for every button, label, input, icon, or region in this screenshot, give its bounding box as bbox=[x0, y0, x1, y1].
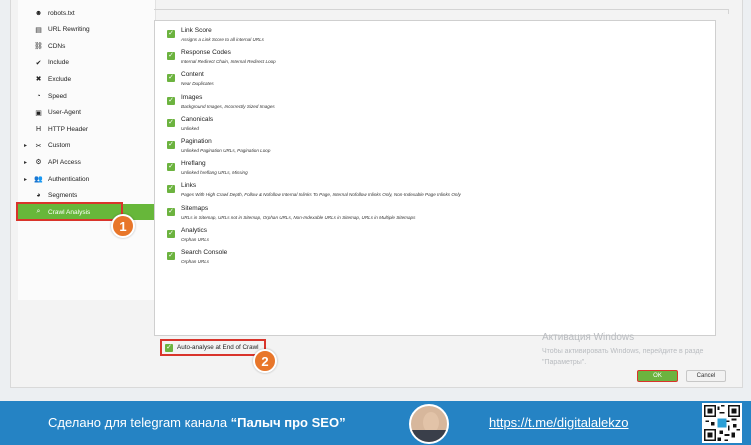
users-icon: 👥 bbox=[34, 176, 43, 183]
sidebar-item-robots-txt[interactable]: ☻ robots.txt bbox=[18, 5, 156, 21]
network-icon: ⛓ bbox=[34, 43, 43, 51]
option-description: Pages With High Crawl Depth, Follow & No… bbox=[181, 192, 461, 198]
windows-activation-text: Чтобы активировать Windows, перейдите в … bbox=[542, 348, 704, 355]
avatar-shirt bbox=[411, 430, 447, 442]
option-title: Content bbox=[181, 71, 204, 79]
sidebar-item-custom[interactable]: ▸ ✂ Custom bbox=[18, 138, 156, 154]
sidebar-item-cdns[interactable]: ⛓ CDNs bbox=[18, 38, 156, 54]
option-title: Sitemaps bbox=[181, 204, 209, 212]
sidebar-item-label: Segments bbox=[48, 192, 78, 200]
sidebar-item-label: robots.txt bbox=[48, 9, 75, 17]
ok-button[interactable]: OK bbox=[637, 370, 678, 382]
telegram-link[interactable]: https://t.me/digitalalekzo bbox=[489, 415, 628, 430]
expand-arrow-icon[interactable]: ▸ bbox=[24, 159, 27, 166]
option-title: Analytics bbox=[181, 226, 208, 234]
checkbox-checked-icon[interactable]: ✓ bbox=[167, 185, 175, 194]
step-badge-2: 2 bbox=[253, 349, 277, 373]
author-avatar bbox=[409, 404, 449, 444]
option-title: Response Codes bbox=[181, 49, 231, 57]
checkbox-checked-icon[interactable]: ✓ bbox=[167, 74, 175, 83]
include-icon: ✔ bbox=[35, 59, 42, 67]
checkbox-checked-icon[interactable]: ✓ bbox=[167, 96, 175, 105]
user-agent-icon: ▣ bbox=[35, 109, 42, 117]
sidebar-item-speed[interactable]: ◔ Speed bbox=[18, 88, 156, 104]
exclude-icon: ✖ bbox=[35, 76, 42, 84]
banner-caption: Сделано для telegram канала “Палыч про S… bbox=[48, 415, 346, 430]
expand-arrow-icon[interactable]: ▸ bbox=[24, 142, 27, 149]
crawl-analysis-options-panel: ✓ Link Score Assigns a Link Score to all i… bbox=[154, 20, 716, 336]
sidebar-item-include[interactable]: ✔ Include bbox=[18, 55, 156, 71]
option-title: Hreflang bbox=[181, 160, 206, 168]
sidebar-item-label: User-Agent bbox=[48, 109, 81, 117]
sidebar-item-authentication[interactable]: ▸ 👥 Authentication bbox=[18, 171, 156, 187]
option-description: Near Duplicates bbox=[181, 81, 214, 87]
option-description: Assigns a Link Score to all internal URL… bbox=[181, 37, 264, 42]
checkbox-checked-icon[interactable]: ✓ bbox=[167, 207, 175, 216]
option-title: Links bbox=[181, 182, 197, 190]
promo-banner: Сделано для telegram канала “Палыч про S… bbox=[0, 401, 751, 445]
option-title: Search Console bbox=[181, 249, 228, 256]
http-header-icon: H bbox=[35, 125, 42, 133]
qr-code-icon bbox=[702, 403, 742, 443]
sidebar-item-label: Authentication bbox=[48, 175, 90, 183]
option-description: Unlinked bbox=[181, 125, 199, 131]
option-title: Canonicals bbox=[181, 115, 214, 123]
sidebar-item-label: URL Rewriting bbox=[48, 26, 90, 34]
sidebar-item-label: HTTP Header bbox=[48, 125, 88, 133]
checkbox-checked-icon[interactable]: ✓ bbox=[167, 163, 175, 172]
checkbox-checked-icon[interactable]: ✓ bbox=[167, 118, 175, 127]
checkbox-checked-icon[interactable]: ✓ bbox=[165, 344, 173, 352]
sidebar-item-url-rewriting[interactable]: ▤ URL Rewriting bbox=[18, 22, 156, 38]
checkbox-checked-icon[interactable]: ✓ bbox=[167, 229, 175, 238]
option-description: Internal Redirect Chain, Internal Redire… bbox=[181, 59, 276, 65]
robot-icon: ☻ bbox=[34, 9, 43, 17]
panel-top-border bbox=[154, 9, 729, 14]
option-description: URLs in Sitemap, URLs not in Sitemap, Or… bbox=[181, 214, 416, 220]
sidebar-item-label: Include bbox=[48, 59, 69, 67]
expand-arrow-icon[interactable]: ▸ bbox=[24, 176, 27, 183]
step-badge-1: 1 bbox=[111, 214, 135, 238]
windows-activation-title: Активация Windows bbox=[542, 332, 635, 343]
sidebar-item-exclude[interactable]: ✖ Exclude bbox=[18, 71, 156, 87]
sidebar-item-http-header[interactable]: H HTTP Header bbox=[18, 121, 156, 137]
config-sidebar: ☻ robots.txt ▤ URL Rewriting ⛓ CDNs ✔ Include ✖ E… bbox=[18, 0, 156, 300]
custom-tools-icon: ✂ bbox=[35, 142, 42, 150]
option-description: Unlinked Pagination URLs, Pagination Loo… bbox=[181, 148, 271, 153]
option-title: Pagination bbox=[181, 138, 212, 145]
sidebar-item-label: Speed bbox=[48, 92, 67, 100]
segments-icon: ◕ bbox=[36, 192, 41, 200]
sidebar-item-label: CDNs bbox=[48, 42, 66, 50]
option-description: Orphan URLs bbox=[181, 259, 210, 264]
checkbox-checked-icon[interactable]: ✓ bbox=[167, 252, 175, 260]
checkbox-checked-icon[interactable]: ✓ bbox=[167, 52, 175, 61]
auto-analyse-checkbox-row[interactable]: ✓ Auto-analyse at End of Crawl bbox=[160, 339, 266, 356]
windows-activation-settings: "Параметры". bbox=[542, 359, 587, 366]
option-description: Orphan URLs bbox=[181, 236, 210, 242]
option-description: Background Images, Incorrectly Sized Ima… bbox=[181, 103, 275, 109]
sidebar-item-label: API Access bbox=[48, 158, 81, 166]
app-frame: ☻ robots.txt ▤ URL Rewriting ⛓ CDNs ✔ Include ✖ E… bbox=[0, 0, 751, 445]
callout-crawl-analysis bbox=[16, 202, 123, 221]
sidebar-item-label: Custom bbox=[48, 142, 71, 150]
option-description: Unlinked hreflang URLs, Missing bbox=[181, 170, 248, 176]
auto-analyse-label: Auto-analyse at End of Crawl bbox=[177, 344, 259, 351]
speed-icon: ◔ bbox=[36, 92, 41, 100]
sidebar-item-api-access[interactable]: ▸ ⚙ API Access bbox=[18, 154, 156, 170]
cancel-button[interactable]: Cancel bbox=[686, 370, 726, 382]
option-title: Link Score bbox=[181, 27, 212, 34]
option-title: Images bbox=[181, 93, 203, 101]
checkbox-checked-icon[interactable]: ✓ bbox=[167, 141, 175, 149]
banner-channel: “Палыч про SEO” bbox=[230, 415, 346, 430]
sidebar-item-label: Exclude bbox=[48, 75, 72, 83]
banner-prefix: Сделано для telegram канала bbox=[48, 415, 231, 430]
sidebar-item-user-agent[interactable]: ▣ User-Agent bbox=[18, 105, 156, 121]
checkbox-checked-icon[interactable]: ✓ bbox=[167, 30, 175, 38]
api-icon: ⚙ bbox=[35, 159, 42, 167]
document-icon: ▤ bbox=[35, 26, 42, 34]
